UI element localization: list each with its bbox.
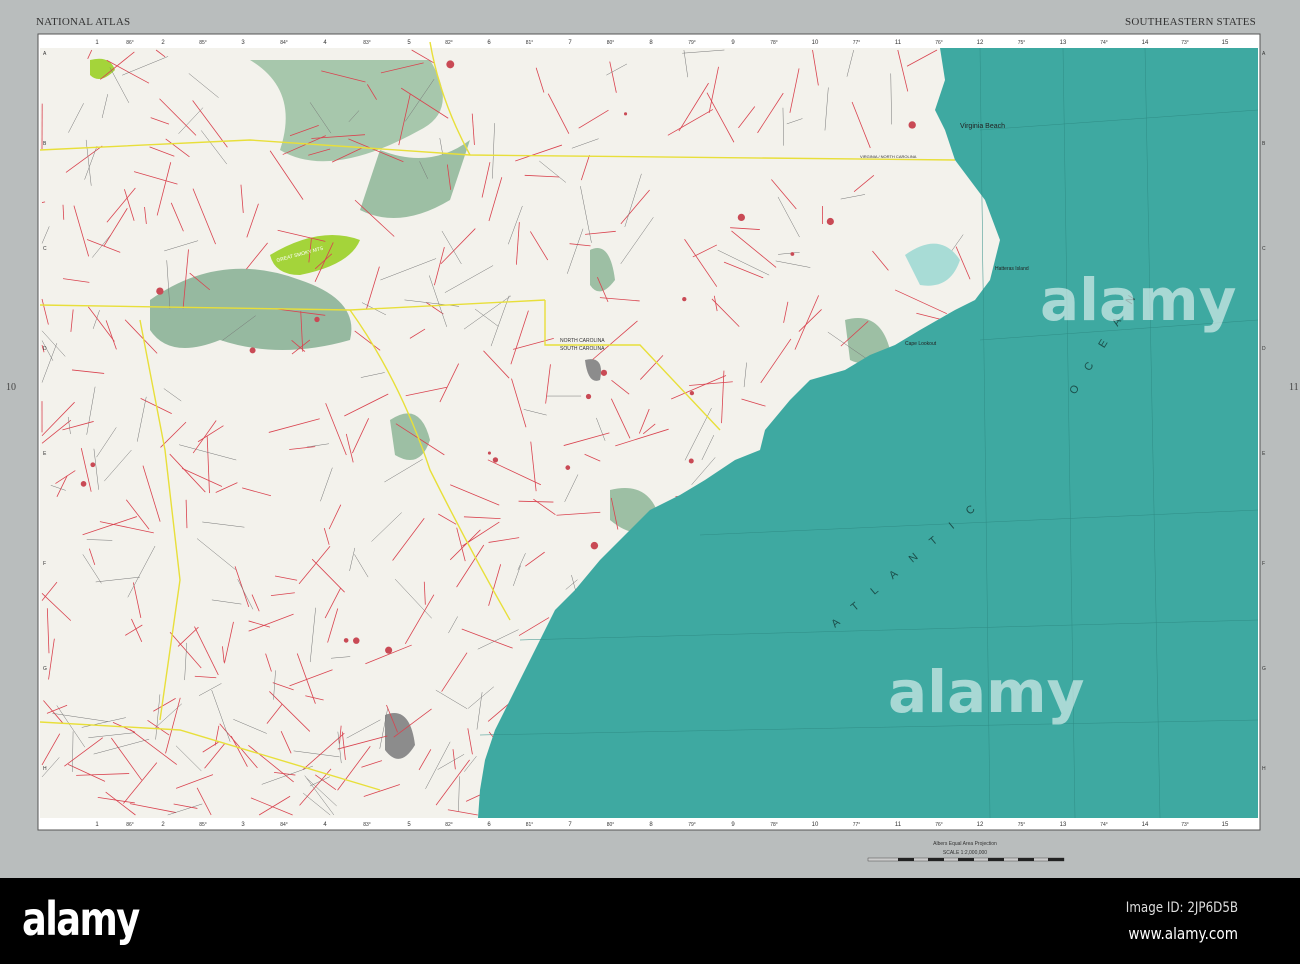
grid-column-label: 13 bbox=[1060, 822, 1067, 828]
longitude-label: 74° bbox=[1100, 822, 1108, 828]
city-marker bbox=[90, 462, 96, 468]
longitude-label: 73° bbox=[1181, 822, 1189, 828]
grid-row-label: C bbox=[43, 246, 47, 252]
longitude-label: 80° bbox=[607, 822, 615, 828]
grid-row-label: H bbox=[43, 766, 47, 772]
state-label-sc: SOUTH CAROLINA bbox=[560, 346, 605, 352]
city-marker bbox=[353, 637, 360, 644]
longitude-label: 86° bbox=[126, 40, 134, 46]
city-marker bbox=[682, 296, 687, 302]
grid-column-label: 14 bbox=[1142, 822, 1149, 828]
longitude-label: 86° bbox=[126, 822, 134, 828]
grid-column-label: 13 bbox=[1060, 40, 1067, 46]
longitude-label: 73° bbox=[1181, 40, 1189, 46]
watermark-logo: alamy bbox=[888, 658, 1084, 726]
city-marker bbox=[826, 217, 834, 226]
city-marker bbox=[600, 369, 608, 376]
longitude-label: 80° bbox=[607, 40, 615, 46]
longitude-label: 83° bbox=[363, 822, 371, 828]
grid-column-label: 14 bbox=[1142, 40, 1149, 46]
city-marker bbox=[80, 481, 87, 487]
grid-row-label: C bbox=[1262, 246, 1266, 252]
grid-column-label: 10 bbox=[812, 822, 819, 828]
grid-column-label: 15 bbox=[1222, 40, 1229, 46]
grid-column-label: 15 bbox=[1222, 822, 1229, 828]
state-label-va-nc: VIRGINIA / NORTH CAROLINA bbox=[860, 154, 917, 159]
longitude-label: 84° bbox=[280, 40, 288, 46]
city-marker bbox=[156, 287, 164, 295]
city-marker bbox=[908, 121, 916, 129]
city-marker bbox=[737, 213, 745, 222]
alamy-url[interactable]: www.alamy.com bbox=[1128, 924, 1238, 943]
longitude-label: 82° bbox=[445, 40, 453, 46]
grid-column-label: 12 bbox=[977, 822, 984, 828]
longitude-label: 75° bbox=[1018, 40, 1026, 46]
city-marker bbox=[790, 252, 795, 256]
longitude-label: 81° bbox=[526, 40, 534, 46]
grid-row-label: B bbox=[1262, 141, 1266, 147]
grid-column-label: 12 bbox=[977, 40, 984, 46]
city-marker bbox=[590, 541, 599, 550]
image-id: Image ID: 2JP6D5B bbox=[1125, 900, 1238, 916]
city-marker bbox=[385, 646, 393, 654]
longitude-label: 83° bbox=[363, 40, 371, 46]
grid-row-label: F bbox=[1262, 561, 1265, 567]
scale-bar bbox=[867, 857, 1065, 862]
grid-row-label: G bbox=[43, 666, 47, 672]
longitude-label: 76° bbox=[935, 40, 943, 46]
longitude-label: 85° bbox=[199, 40, 207, 46]
longitude-label: 79° bbox=[688, 822, 696, 828]
city-marker bbox=[343, 638, 349, 643]
grid-row-label: D bbox=[43, 346, 47, 352]
city-marker bbox=[249, 347, 256, 354]
label-hatteras-island: Hatteras Island bbox=[995, 266, 1029, 272]
longitude-label: 77° bbox=[853, 822, 861, 828]
longitude-label: 81° bbox=[526, 822, 534, 828]
city-marker bbox=[688, 458, 694, 464]
grid-row-label: G bbox=[1262, 666, 1266, 672]
map[interactable]: Virginia Beach VIRGINIA / NORTH CAROLINA… bbox=[0, 0, 1300, 964]
city-label-virginia-beach: Virginia Beach bbox=[960, 123, 1005, 130]
projection-label: Albers Equal Area Projection bbox=[933, 841, 997, 847]
city-marker bbox=[446, 60, 455, 69]
grid-column-label: 11 bbox=[895, 40, 902, 46]
grid-row-label: H bbox=[1262, 766, 1266, 772]
longitude-label: 85° bbox=[199, 822, 207, 828]
grid-row-label: D bbox=[1262, 346, 1266, 352]
grid-row-label: E bbox=[1262, 451, 1266, 457]
longitude-label: 82° bbox=[445, 822, 453, 828]
city-marker bbox=[585, 393, 592, 400]
city-marker bbox=[314, 316, 320, 323]
longitude-label: 75° bbox=[1018, 822, 1026, 828]
city-marker bbox=[565, 465, 571, 470]
grid-column-label: 10 bbox=[812, 40, 819, 46]
longitude-label: 78° bbox=[770, 822, 778, 828]
grid-row-label: F bbox=[43, 561, 46, 567]
longitude-label: 79° bbox=[688, 40, 696, 46]
alamy-logo: alamy bbox=[22, 892, 140, 946]
longitude-label: 76° bbox=[935, 822, 943, 828]
grid-row-label: A bbox=[1262, 51, 1266, 57]
city-marker bbox=[689, 390, 695, 396]
scale-label: SCALE 1:2,000,000 bbox=[942, 850, 988, 856]
state-label-nc: NORTH CAROLINA bbox=[560, 338, 605, 344]
city-marker bbox=[623, 112, 628, 116]
watermark-footer: alamy Image ID: 2JP6D5B www.alamy.com bbox=[0, 878, 1300, 964]
longitude-label: 78° bbox=[770, 40, 778, 46]
city-marker bbox=[487, 451, 491, 455]
longitude-label: 84° bbox=[280, 822, 288, 828]
longitude-label: 74° bbox=[1100, 40, 1108, 46]
watermark-logo: alamy bbox=[1040, 266, 1236, 334]
longitude-label: 77° bbox=[853, 40, 861, 46]
city-marker bbox=[492, 457, 499, 463]
label-cape-lookout: Cape Lookout bbox=[905, 341, 937, 347]
grid-column-label: 11 bbox=[895, 822, 902, 828]
